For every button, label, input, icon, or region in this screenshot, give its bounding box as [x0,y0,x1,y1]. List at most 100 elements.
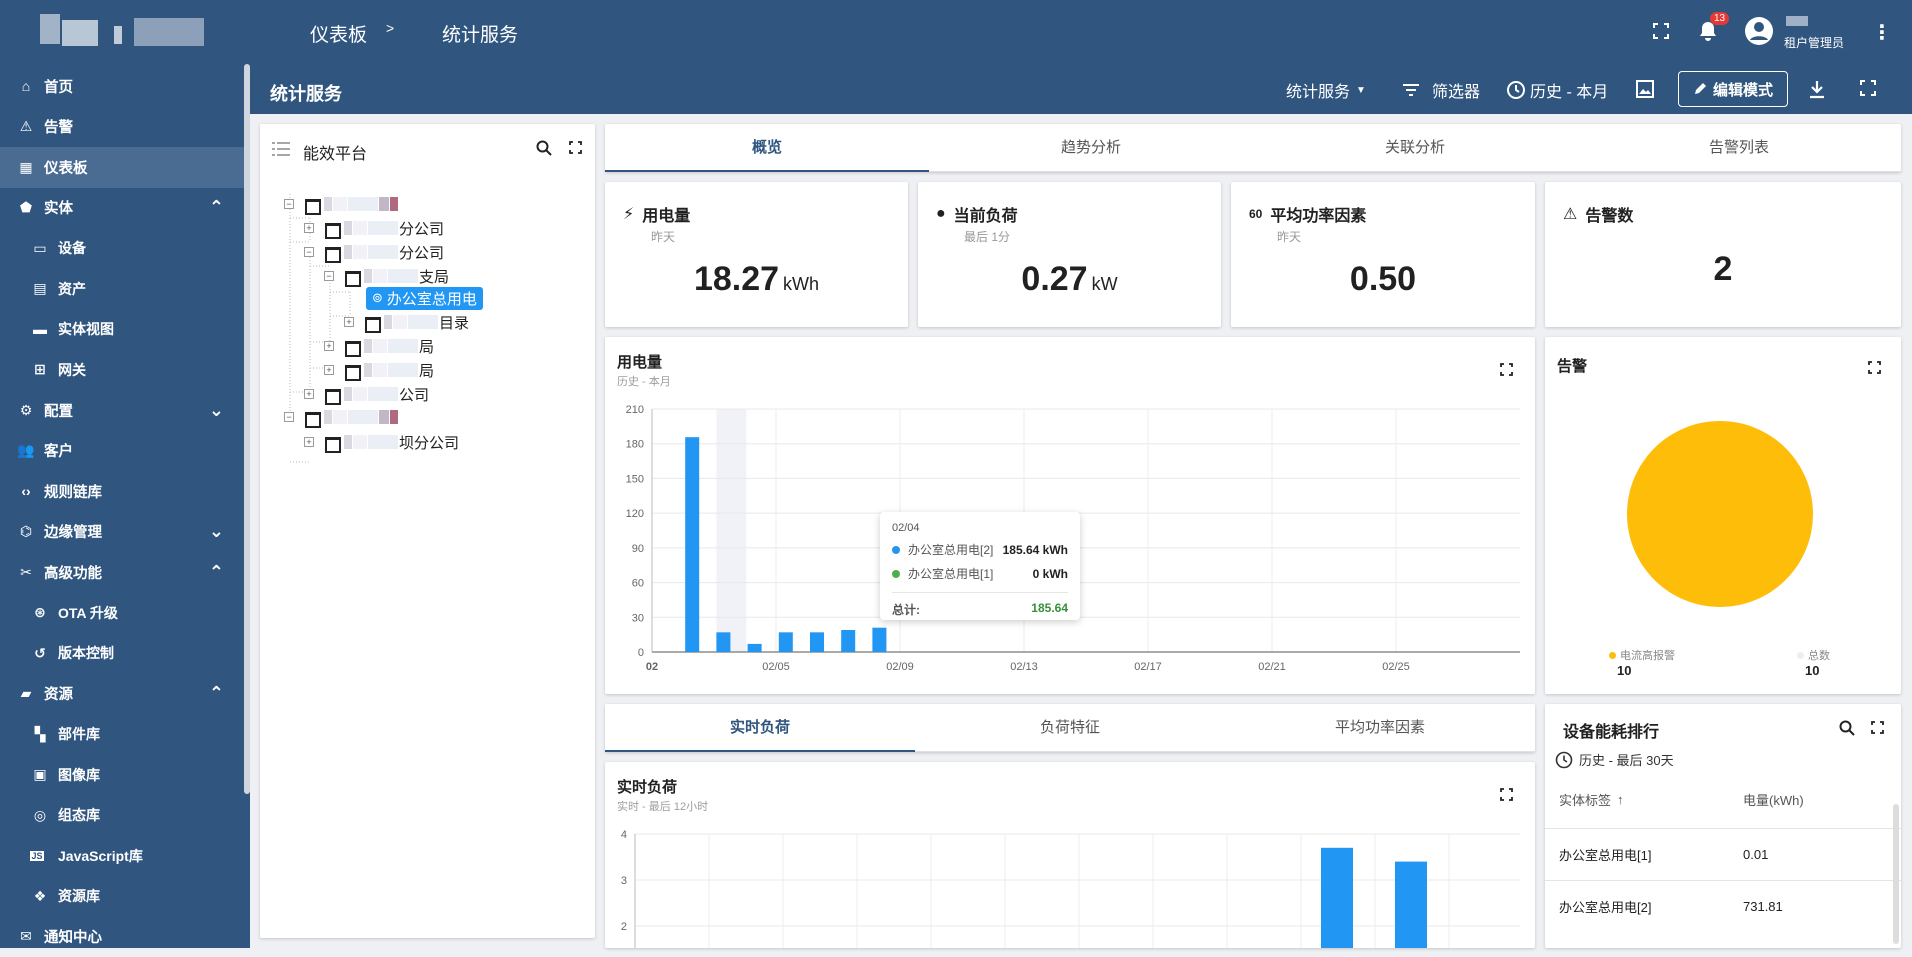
expand-icon[interactable]: + [324,365,334,375]
fullscreen-icon[interactable] [1871,721,1884,739]
notifications-icon[interactable]: 13 [1698,20,1718,48]
tree-node[interactable]: −分公司 [304,242,444,262]
column-header-value[interactable]: 电量(kWh) [1743,790,1804,809]
tab[interactable]: 告警列表 [1577,124,1901,171]
history-icon: ↺ [30,645,50,662]
expand-icon[interactable]: + [304,389,314,399]
legend-item[interactable]: 总数 [1797,647,1830,663]
sidebar-item[interactable]: ▚部件库 [0,714,244,755]
search-icon[interactable] [1839,720,1855,741]
tooltip-series-value: 0 kWh [1033,567,1068,581]
ranking-timewindow[interactable]: 历史 - 最后 30天 [1555,750,1674,769]
collapse-icon[interactable]: − [324,271,334,281]
timewindow-button[interactable]: 历史 - 本月 [1506,78,1608,102]
stat-number: 0.50 [1350,260,1416,298]
tree-node[interactable]: +坝分公司 [304,432,459,452]
tree-node[interactable]: +分公司 [304,218,444,238]
y-tick-label: 150 [626,473,644,485]
dashboard-icon [284,25,302,43]
alarm-pie-chart[interactable] [1545,337,1901,694]
tree-node[interactable]: +局 [324,336,434,356]
fullscreen-icon[interactable] [1860,80,1876,96]
tree-node-selected[interactable]: ⊚办公室总用电 [366,288,483,308]
building-icon [324,221,338,235]
tab[interactable]: 关联分析 [1253,124,1577,171]
collapse-icon[interactable]: − [284,199,294,209]
sidebar-item[interactable]: ⬟实体⌃ [0,188,244,229]
building-icon [344,363,358,377]
sidebar-item[interactable]: ⚠告警 [0,107,244,148]
sidebar-item[interactable]: ⊛OTA 升级 [0,593,244,634]
sidebar-item-label: 首页 [44,76,73,97]
table-row[interactable]: 办公室总用电[2] 731.81 [1545,880,1901,932]
realtime-bar-chart[interactable]: 234 [605,762,1535,948]
building-icon [324,245,338,259]
sidebar-item[interactable]: ✉通知中心 [0,917,244,957]
stat-unit: kWh [783,274,819,294]
sidebar-item[interactable]: ◎组态库 [0,795,244,836]
sidebar-item[interactable]: ❖资源库 [0,876,244,917]
sidebar-item[interactable]: ⌂首页 [0,66,244,107]
sidebar-item[interactable]: ⌬边缘管理⌄ [0,512,244,553]
legend-item[interactable]: 电流高报警 [1609,647,1675,663]
tab[interactable]: 负荷特征 [915,704,1225,751]
sidebar-item[interactable]: ↺版本控制 [0,633,244,674]
x-tick-label: 02/17 [1134,661,1162,673]
edit-mode-button[interactable]: 编辑模式 [1678,71,1788,107]
tab[interactable]: 趋势分析 [929,124,1253,171]
breadcrumb-dashboard[interactable]: 仪表板 [284,20,367,47]
dashboard-select[interactable]: 统计服务 ▼ [1286,78,1366,102]
tree-node-label: 局 [419,336,434,357]
tree-node[interactable]: −支局 [324,266,449,286]
sidebar-item[interactable]: JSJavaScript库 [0,836,244,877]
stat-title-text: 用电量 [642,202,690,226]
sidebar-item[interactable]: ▬实体视图 [0,309,244,350]
timewindow-label: 历史 - 本月 [1530,78,1608,102]
download-icon[interactable] [1808,79,1826,99]
fullscreen-icon[interactable] [1652,22,1670,46]
sidebar-item[interactable]: 👥客户 [0,431,244,472]
collapse-icon[interactable]: − [284,412,294,422]
sidebar-scrollbar[interactable] [244,64,250,794]
account-icon[interactable] [1744,16,1774,52]
tree-node[interactable]: +局 [324,360,434,380]
stat-title: ⚠告警数 [1563,202,1633,226]
expand-icon[interactable]: + [304,223,314,233]
column-header-label[interactable]: 实体标签 ↑ [1559,790,1624,809]
more-menu-icon[interactable]: ⋮ [1872,20,1892,45]
edge-icon: ⌬ [16,523,36,540]
tab[interactable]: 概览 [605,124,929,171]
expand-icon[interactable]: + [324,341,334,351]
sidebar-item[interactable]: ▭设备 [0,228,244,269]
tree-node[interactable]: − [284,194,399,214]
stat-title-text: 当前负荷 [954,202,1018,226]
bar [779,632,793,652]
series-dot [892,570,900,578]
image-export-icon[interactable] [1635,79,1655,99]
logo[interactable] [0,0,250,64]
expand-icon[interactable]: + [304,437,314,447]
tab[interactable]: 平均功率因素 [1225,704,1535,751]
tree-node[interactable]: +目录 [344,312,469,332]
sidebar-item[interactable]: ⊞网关 [0,350,244,391]
sidebar-item[interactable]: ▰资源⌃ [0,674,244,715]
obscured-text [344,245,399,259]
sidebar-item[interactable]: ‹›规则链库 [0,471,244,512]
tree-node[interactable]: − [284,407,399,427]
table-row[interactable]: 办公室总用电[1] 0.01 [1545,828,1901,880]
bar [1321,848,1353,948]
y-tick-label: 180 [626,439,644,451]
obscured-text [344,221,399,235]
collapse-icon[interactable]: − [304,247,314,257]
tab[interactable]: 实时负荷 [605,704,915,751]
sidebar-item[interactable]: ✂高级功能⌃ [0,552,244,593]
tree-node[interactable]: +公司 [304,384,429,404]
sidebar-item[interactable]: ▦仪表板 [0,147,244,188]
expand-icon[interactable]: + [344,317,354,327]
table-scrollbar[interactable] [1893,804,1899,944]
chart-tooltip: 02/04 办公室总用电[2] 185.64 kWh 办公室总用电[1] 0 k… [880,512,1080,620]
sidebar-item[interactable]: ▤资产 [0,269,244,310]
sidebar-item[interactable]: ⚙配置⌄ [0,390,244,431]
sidebar-item[interactable]: ▣图像库 [0,755,244,796]
filter-button[interactable]: 筛选器 [1402,78,1480,102]
